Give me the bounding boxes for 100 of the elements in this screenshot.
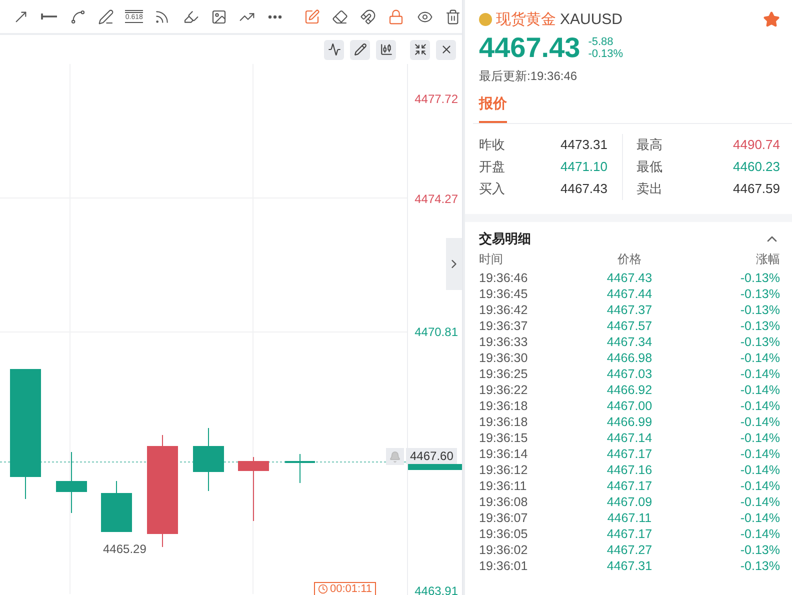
cursor-price-label: 4467.60: [406, 448, 458, 464]
column-header: 时间: [479, 251, 504, 268]
stat-label: 昨收: [479, 136, 505, 154]
stat-label: 开盘: [479, 158, 505, 176]
trade-change: -0.14%: [739, 494, 780, 510]
draw-icon: [304, 8, 320, 24]
collapse-handle[interactable]: [446, 238, 462, 290]
indicator-icon: [328, 43, 340, 56]
close-button[interactable]: [436, 40, 456, 60]
segment-icon: [70, 8, 86, 24]
trade-change: -0.13%: [739, 270, 780, 286]
draw-button[interactable]: [350, 40, 370, 60]
trade-change: -0.14%: [739, 430, 780, 446]
trade-price: 4467.14: [606, 430, 654, 446]
trade-change: -0.13%: [739, 318, 780, 334]
trade-time: 19:36:18: [479, 398, 529, 414]
draw-icon: [354, 43, 366, 56]
column-header: 涨幅: [755, 251, 780, 268]
stat-label: 买入: [479, 180, 505, 198]
trade-price: 4466.99: [606, 414, 654, 430]
stat-value: 4460.23: [733, 158, 780, 176]
candlestick: [101, 480, 132, 532]
close-icon: [440, 43, 452, 56]
more-icon: [268, 14, 282, 18]
image-icon: [210, 8, 227, 24]
trade-price: 4467.17: [606, 478, 654, 494]
stat-label: 最高: [636, 136, 662, 154]
trade-change: -0.13%: [739, 542, 780, 558]
trade-change: -0.14%: [739, 414, 780, 430]
price-change-percent: -0.13%: [588, 48, 624, 60]
trade-change: -0.14%: [739, 366, 780, 382]
trade-time: 19:36:18: [479, 414, 529, 430]
trade-time: 19:36:25: [479, 366, 529, 382]
trade-change: -0.14%: [739, 510, 780, 526]
stat-value: 4467.59: [733, 180, 780, 198]
trade-time: 19:36:07: [479, 510, 529, 526]
trade-price: 4467.31: [606, 558, 654, 574]
price-axis-label: 4470.81: [414, 325, 458, 339]
trade-time: 19:36:45: [479, 286, 529, 302]
countdown-time: 00:01:11: [330, 583, 372, 595]
candlestick: [193, 428, 224, 492]
last-price: 4467.43: [479, 32, 580, 64]
trade-change: -0.13%: [739, 286, 780, 302]
trade-time: 19:36:30: [479, 350, 529, 366]
trade-time: 19:36:01: [479, 558, 529, 574]
line-icon: [41, 13, 58, 20]
price-axis-label: 4477.72: [414, 92, 458, 106]
coin-icon: [479, 12, 492, 26]
current-price-tag: [408, 464, 462, 470]
shrink-button[interactable]: [410, 40, 430, 60]
trade-change: -0.14%: [739, 478, 780, 494]
last-update-time: 最后更新:19:36:46: [479, 68, 578, 85]
trade-time: 19:36:11: [479, 478, 528, 494]
eraser-icon: [332, 8, 348, 24]
brush-icon: [182, 8, 199, 24]
stat-value: 4471.10: [560, 158, 608, 176]
trade-time: 19:36:22: [479, 382, 529, 398]
trade-time: 19:36:08: [479, 494, 529, 510]
indicator-button[interactable]: [324, 40, 344, 60]
instrument-symbol: XAUUSD: [560, 10, 623, 28]
candles-icon: [380, 43, 392, 56]
trade-time: 19:36:05: [479, 526, 529, 542]
trade-change: -0.14%: [739, 462, 780, 478]
trade-price: 4467.09: [606, 494, 654, 510]
stat-label: 最低: [636, 158, 662, 176]
stat-value: 4490.74: [733, 136, 780, 154]
magnet-icon: [360, 8, 376, 24]
candles-button[interactable]: [376, 40, 396, 60]
trade-change: -0.14%: [739, 526, 780, 542]
price-axis-label: 4474.27: [414, 192, 458, 206]
trade-price: 4467.00: [606, 398, 654, 414]
favorite-star-icon[interactable]: [763, 10, 780, 28]
trade-time: 19:36:14: [479, 446, 529, 462]
trade-price: 4467.17: [606, 446, 654, 462]
trade-time: 19:36:42: [479, 302, 529, 318]
trade-time: 19:36:33: [479, 334, 529, 350]
price-change: -5.88: [588, 36, 614, 48]
trade-change: -0.13%: [739, 558, 780, 574]
trash-icon: [444, 8, 461, 24]
trade-change: -0.14%: [739, 446, 780, 462]
trade-time: 19:36:15: [479, 430, 529, 446]
instrument-name: 现货黄金: [496, 10, 556, 28]
trade-price: 4467.43: [606, 270, 654, 286]
shrink-icon: [414, 43, 426, 56]
trade-time: 19:36:02: [479, 542, 529, 558]
trade-change: -0.13%: [739, 302, 780, 318]
candlestick: [238, 456, 269, 522]
stat-value: 4467.43: [560, 180, 608, 198]
trade-price: 4466.98: [606, 350, 654, 366]
trade-price: 4467.57: [606, 318, 654, 334]
lock-icon: [388, 8, 404, 24]
trade-price: 4467.44: [606, 286, 654, 302]
pen-icon: [98, 8, 114, 24]
trade-price: 4467.37: [606, 302, 654, 318]
trade-price: 4467.34: [606, 334, 654, 350]
price-axis-label: 4463.91: [414, 584, 458, 595]
trade-price: 4467.03: [606, 366, 654, 382]
trade-price: 4467.11: [606, 510, 653, 526]
trade-change: -0.14%: [739, 398, 780, 414]
trade-time: 19:36:12: [479, 462, 529, 478]
